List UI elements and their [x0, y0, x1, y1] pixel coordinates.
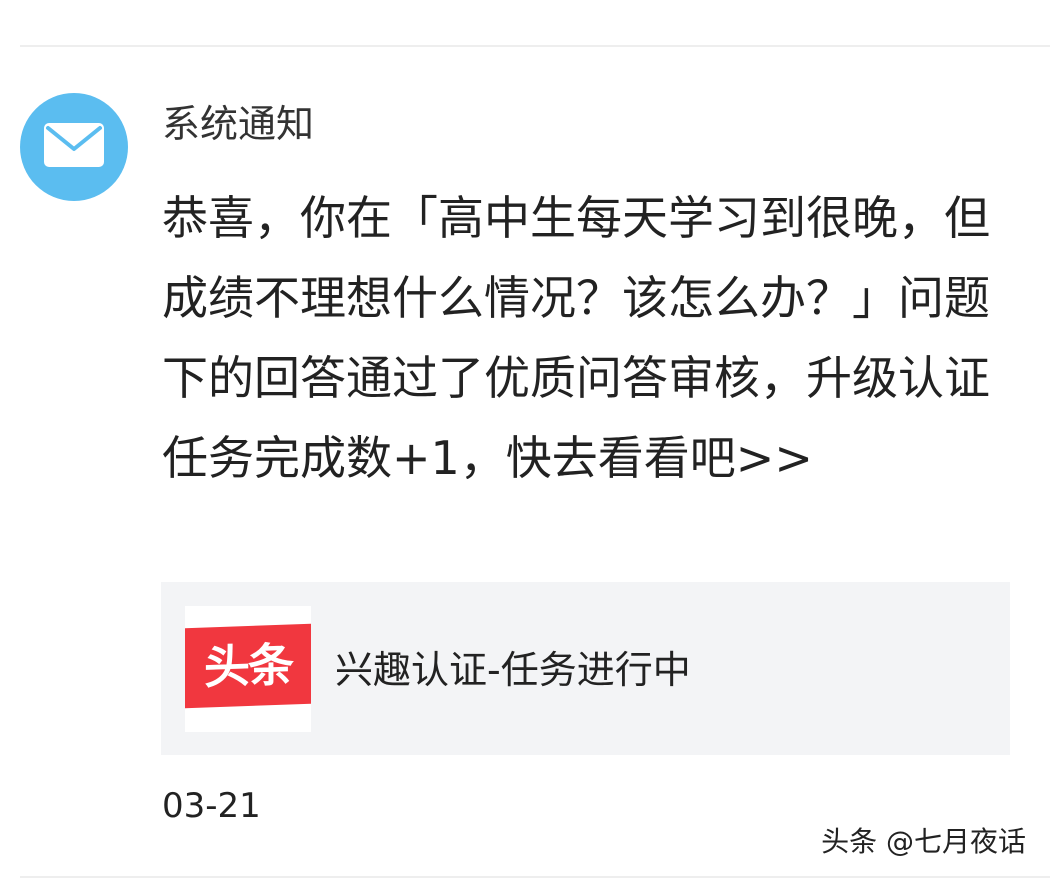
card-thumbnail: 头条: [185, 606, 311, 732]
link-card[interactable]: 头条 兴趣认证-任务进行中: [161, 582, 1010, 755]
avatar[interactable]: [20, 93, 128, 201]
top-divider: [20, 45, 1050, 47]
timestamp: 03-21: [162, 786, 261, 826]
watermark: 头条 @七月夜话: [821, 825, 1026, 858]
card-title: 兴趣认证-任务进行中: [335, 648, 691, 692]
notification-message[interactable]: 恭喜，你在「高中生每天学习到很晚，但成绩不理想什么情况？该怎么办？」问题下的回答…: [162, 178, 992, 498]
mail-icon: [44, 123, 104, 167]
sender-name: 系统通知: [162, 102, 315, 146]
toutiao-logo: 头条: [185, 623, 311, 709]
